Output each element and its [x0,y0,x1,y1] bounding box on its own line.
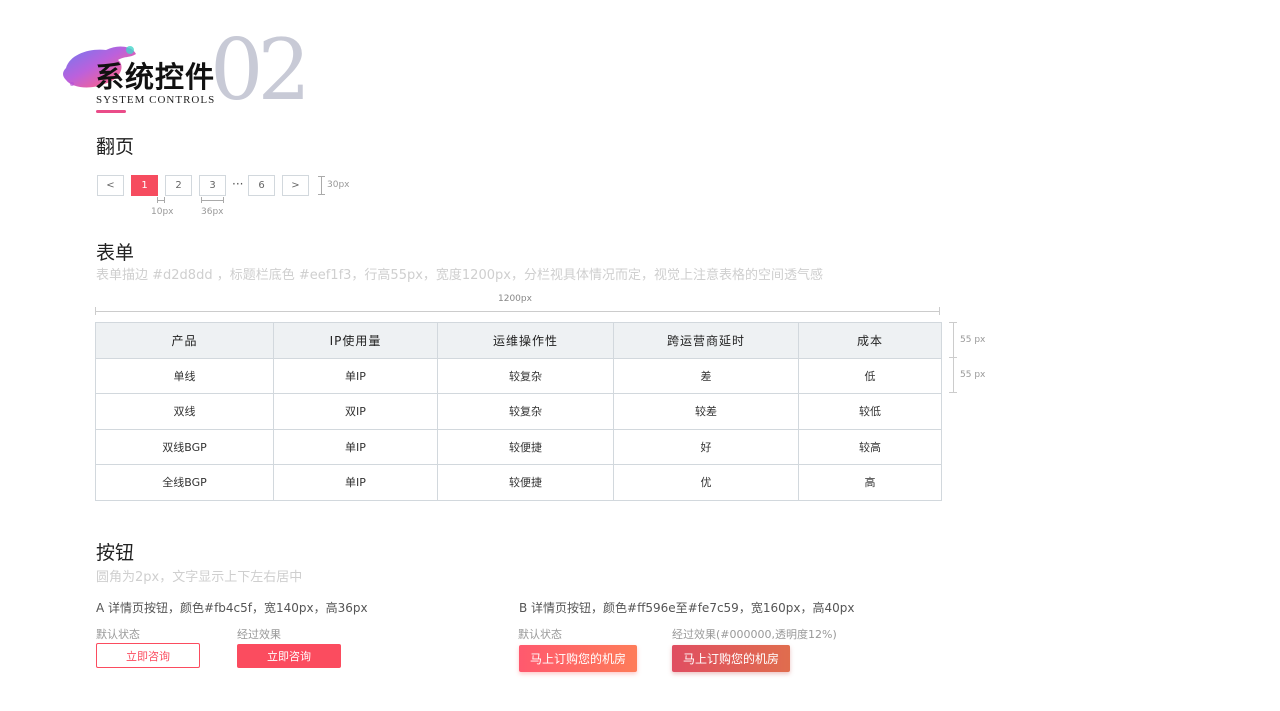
table-cell: 单IP [273,357,438,394]
row-height-label: 55 px [960,370,986,380]
table-header-cell: 产品 [95,322,274,359]
form-description: 表单描边 #d2d8dd ，标题栏底色 #eef1f3，行高55px，宽度120… [96,268,823,283]
gap-dimension-cap-right [164,197,165,203]
height-dimension-label: 30px [327,180,350,190]
page-button-1[interactable]: 1 [131,175,158,196]
row-height-cap-top [949,322,957,323]
table-cell: 差 [613,357,799,394]
table-cell: 全线BGP [95,464,274,501]
table-row: 全线BGP 单IP 较便捷 优 高 [95,464,942,501]
table-cell: 优 [613,464,799,501]
width-dimension-cap-left [201,197,202,203]
button-a-hover-label: 经过效果 [237,628,281,641]
page-title: 系统控件 [95,60,216,94]
table-cell: 较便捷 [437,428,614,465]
gap-dimension-label: 10px [151,207,174,217]
table-cell: 双线 [95,393,274,430]
table-width-cap-left [95,307,96,315]
gap-dimension-cap-left [157,197,158,203]
button-b-caption: B 详情页按钮，颜色#ff596e至#fe7c59，宽160px，高40px [519,601,855,615]
page-button-2[interactable]: 2 [165,175,192,196]
form-title: 表单 [96,242,135,264]
title-underline [96,110,126,113]
table-cell: 单IP [273,464,438,501]
table-cell: 好 [613,428,799,465]
table-cell: 双线BGP [95,428,274,465]
row-height-cap-mid [949,357,957,358]
table-header-cell: 运维操作性 [437,322,614,359]
button-b-default-label: 默认状态 [518,628,562,641]
prev-page-button[interactable]: < [97,175,124,196]
table-cell: 较便捷 [437,464,614,501]
table-header-cell: IP使用量 [273,322,438,359]
page-subtitle: SYSTEM CONTROLS [96,94,216,106]
button-b-hover-label: 经过效果(#000000,透明度12%) [672,628,837,641]
height-dimension-cap-bottom [318,194,325,195]
table-cell: 较高 [798,428,942,465]
height-dimension-cap-top [318,176,325,177]
button-a-caption: A 详情页按钮，颜色#fb4c5f，宽140px，高36px [96,601,368,615]
table-cell: 低 [798,357,942,394]
page-button-3[interactable]: 3 [199,175,226,196]
table-header-cell: 跨运营商延时 [613,322,799,359]
section-header: 02 系统控件 SYSTEM CONTROLS [60,28,320,116]
height-dimension-line [321,176,322,195]
pagination-title: 翻页 [96,136,135,158]
row-height-cap-bottom [949,392,957,393]
table-row: 双线BGP 单IP 较便捷 好 较高 [95,428,942,465]
table-cell: 高 [798,464,942,501]
table-row: 双线 双IP 较复杂 较差 较低 [95,393,942,430]
pagination-ellipsis: ··· [232,177,244,191]
table-header-cell: 成本 [798,322,942,359]
table-row: 单线 单IP 较复杂 差 低 [95,357,942,394]
section-number: 02 [210,21,311,119]
table-cell: 双IP [273,393,438,430]
width-dimension-line [201,200,224,201]
button-a-default-label: 默认状态 [96,628,140,641]
table-cell: 较复杂 [437,393,614,430]
width-dimension-label: 36px [201,207,224,217]
buttons-title: 按钮 [96,542,135,564]
page-button-6[interactable]: 6 [248,175,275,196]
consult-button-hover[interactable]: 立即咨询 [237,644,341,668]
data-table: 产品 IP使用量 运维操作性 跨运营商延时 成本 单线 单IP 较复杂 差 低 … [95,322,942,501]
next-page-button[interactable]: > [282,175,309,196]
table-width-line [95,311,940,312]
consult-button-default[interactable]: 立即咨询 [96,643,200,668]
table-cell: 较复杂 [437,357,614,394]
table-width-cap-right [939,307,940,315]
table-cell: 较低 [798,393,942,430]
table-width-label: 1200px [498,294,532,304]
order-button-default[interactable]: 马上订购您的机房 [519,645,637,672]
width-dimension-cap-right [223,197,224,203]
order-button-hover[interactable]: 马上订购您的机房 [672,645,790,672]
table-cell: 较差 [613,393,799,430]
header-height-label: 55 px [960,335,986,345]
buttons-description: 圆角为2px，文字显示上下左右居中 [96,570,303,585]
table-cell: 单线 [95,357,274,394]
table-header-row: 产品 IP使用量 运维操作性 跨运营商延时 成本 [95,322,942,359]
table-cell: 单IP [273,428,438,465]
